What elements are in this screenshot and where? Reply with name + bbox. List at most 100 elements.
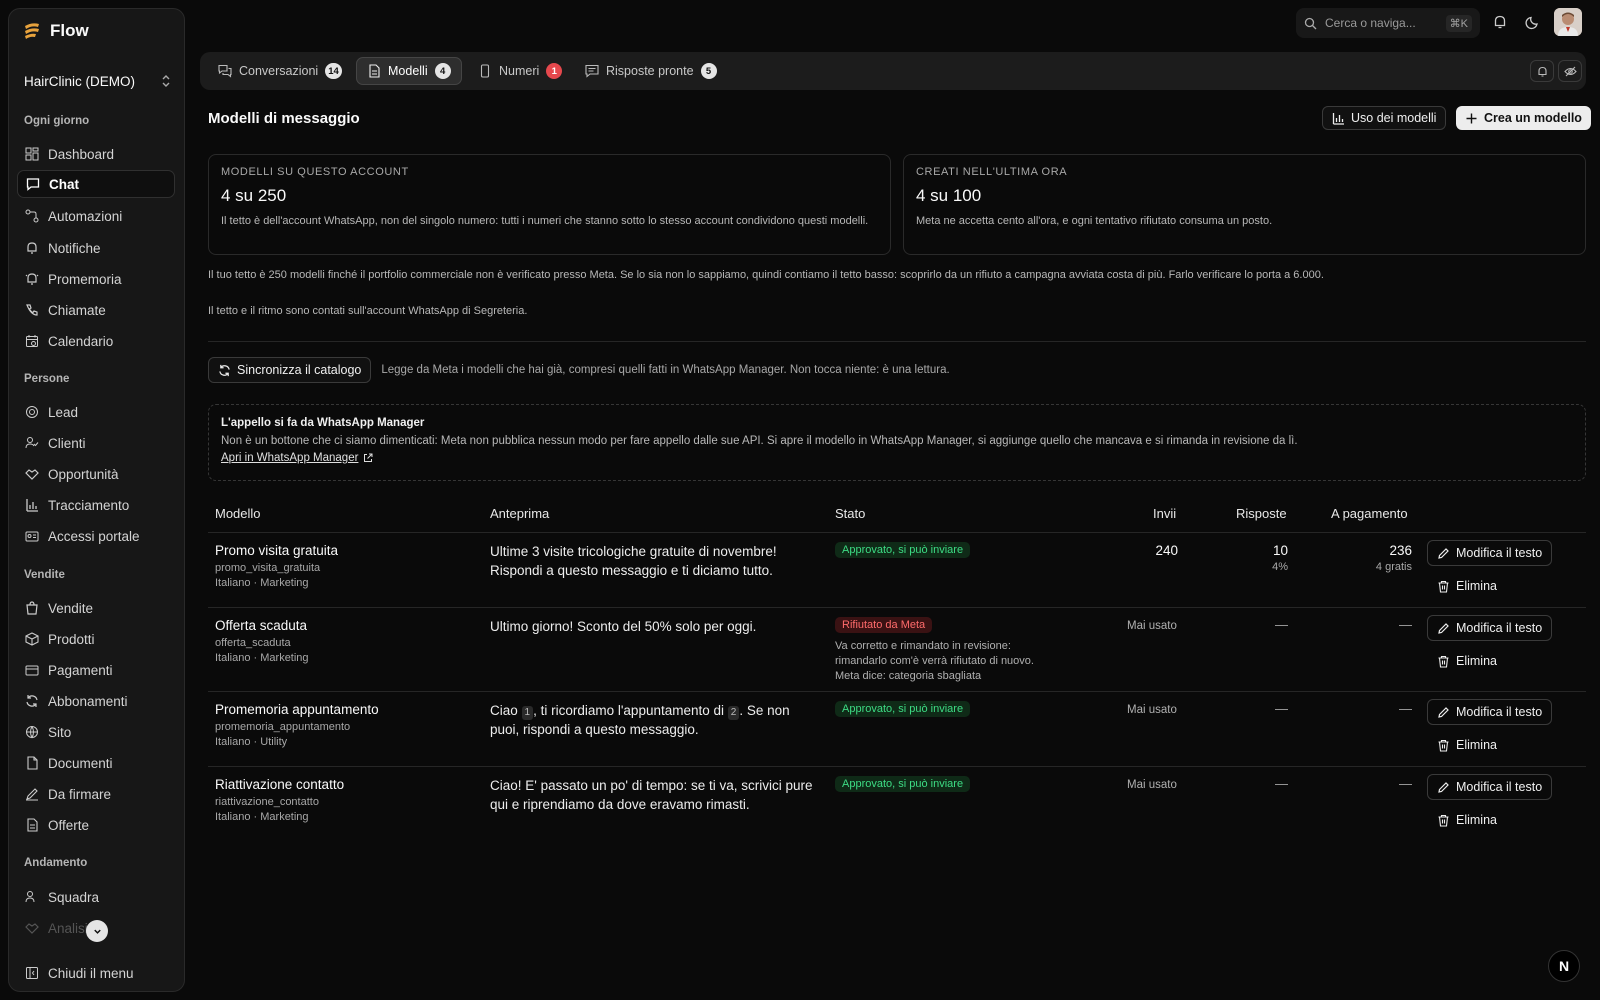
chevron-down-icon: [93, 929, 101, 934]
divider: [208, 341, 1586, 342]
sync-row: Sincronizza il catalogo Legge da Meta i …: [208, 357, 950, 383]
sync-catalog-button[interactable]: Sincronizza il catalogo: [208, 357, 372, 383]
sidebar-item-automazioni[interactable]: Automazioni: [17, 202, 175, 230]
org-name: HairClinic (DEMO): [24, 73, 135, 89]
dev-tools-button[interactable]: N: [1548, 950, 1580, 982]
sends-value: 240: [1155, 543, 1178, 558]
card-value: 4 su 100: [916, 186, 982, 205]
sidebar-item-pagamenti[interactable]: Pagamenti: [17, 656, 175, 684]
tabs-bar: Conversazioni 14 Modelli 4 Numeri 1 Risp…: [200, 52, 1586, 90]
row-divider: [208, 691, 1586, 692]
create-template-button[interactable]: Crea un modello: [1456, 106, 1591, 130]
delete-label: Elimina: [1456, 654, 1497, 668]
model-key: promemoria_appuntamento: [215, 721, 351, 733]
usage-button[interactable]: Uso dei modelli: [1322, 106, 1447, 130]
sidebar-item-promemoria[interactable]: Promemoria: [17, 265, 175, 293]
model-language: Italiano · Marketing: [215, 577, 309, 589]
delete-button[interactable]: Elimina: [1437, 738, 1497, 752]
sidebar-item-opportunita[interactable]: Opportunità: [17, 460, 175, 488]
notification-settings-button[interactable]: [1530, 60, 1554, 82]
edit-text-button[interactable]: Modifica il testo: [1427, 774, 1553, 800]
col-header-preview: Anteprima: [490, 506, 550, 521]
sidebar-item-squadra[interactable]: Squadra: [17, 883, 175, 911]
delete-button[interactable]: Elimina: [1437, 579, 1497, 593]
status-reason: Meta dice: categoria sbagliata: [835, 670, 982, 682]
pencil-icon: [1438, 781, 1449, 793]
sidebar-item-prodotti[interactable]: Prodotti: [17, 625, 175, 653]
sidebar-item-label: Notifiche: [48, 240, 101, 256]
sidebar-item-lead[interactable]: Lead: [17, 398, 175, 426]
tab-conversazioni[interactable]: Conversazioni 14: [208, 57, 352, 85]
delete-button[interactable]: Elimina: [1437, 813, 1497, 827]
tab-numeri[interactable]: Numeri 1: [468, 57, 572, 85]
tab-label: Modelli: [388, 64, 428, 78]
sidebar-item-vendite[interactable]: Vendite: [17, 594, 175, 622]
sidebar-item-label: Chat: [49, 176, 79, 192]
search-input[interactable]: Cerca o naviga... ⌘K: [1296, 8, 1480, 38]
tab-risposte-pronte[interactable]: Risposte pronte 5: [575, 57, 727, 85]
sidebar-item-tracciamento[interactable]: Tracciamento: [17, 491, 175, 519]
bell-icon[interactable]: [1492, 14, 1508, 30]
sidebar-item-label: Automazioni: [48, 208, 123, 224]
sidebar-item-notifiche[interactable]: Notifiche: [17, 234, 175, 262]
flow-logo-icon: [25, 23, 39, 39]
brand[interactable]: Flow: [22, 21, 89, 41]
sidebar-item-chat[interactable]: Chat: [17, 170, 175, 198]
replies-cell: 10 4%: [1200, 543, 1288, 573]
delete-label: Elimina: [1456, 738, 1497, 752]
trash-icon: [1438, 580, 1449, 593]
plus-icon: [1466, 113, 1477, 123]
model-name: Promo visita gratuita: [215, 543, 339, 558]
tab-count-badge: 5: [700, 63, 717, 79]
preview-text: , ti ricordiamo l'appuntamento di: [533, 703, 728, 718]
sync-button-label: Sincronizza il catalogo: [237, 363, 362, 377]
model-preview: Ultimo giorno! Sconto del 50% solo per o…: [490, 619, 757, 634]
sidebar-item-calendario[interactable]: Calendario: [17, 327, 175, 355]
model-cell: Promemoria appuntamento promemoria_appun…: [215, 702, 379, 748]
sidebar-item-accessi-portale[interactable]: Accessi portale: [17, 522, 175, 550]
sidebar-item-label: Promemoria: [48, 271, 122, 287]
sidebar-item-label: Lead: [48, 404, 79, 420]
section-sales: Vendite: [24, 569, 65, 581]
replies-value: —: [1275, 776, 1288, 791]
delete-button[interactable]: Elimina: [1437, 654, 1497, 668]
sidebar-item-sito[interactable]: Sito: [17, 718, 175, 746]
org-switcher[interactable]: HairClinic (DEMO): [24, 69, 172, 93]
status-cell: Rifiutato da Meta Va corretto e rimandat…: [835, 616, 1065, 684]
sidebar-item-chiamate[interactable]: Chiamate: [17, 296, 175, 324]
grid-icon: [25, 147, 39, 161]
sidebar-item-da-firmare[interactable]: Da firmare: [17, 780, 175, 808]
model-name: Promemoria appuntamento: [215, 702, 379, 717]
globe-icon: [26, 726, 38, 739]
tab-modelli[interactable]: Modelli 4: [356, 57, 462, 85]
paid-value: —: [1399, 617, 1412, 632]
moon-icon[interactable]: [1525, 14, 1541, 30]
sidebar-item-clienti[interactable]: Clienti: [17, 429, 175, 457]
edit-label: Modifica il testo: [1456, 780, 1543, 794]
open-whatsapp-manager-link[interactable]: Apri in WhatsApp Manager: [221, 452, 373, 464]
avatar[interactable]: [1554, 8, 1582, 36]
hide-button[interactable]: [1558, 60, 1582, 82]
collapse-menu-button[interactable]: Chiudi il menu: [17, 960, 175, 986]
scroll-down-button[interactable]: [86, 920, 108, 942]
model-preview: Ciao! E' passato un po' di tempo: se ti …: [490, 778, 813, 812]
sidebar-item-offerte[interactable]: Offerte: [17, 811, 175, 839]
refresh-icon: [26, 695, 38, 707]
search-placeholder: Cerca o naviga...: [1325, 16, 1416, 30]
sidebar-item-dashboard[interactable]: Dashboard: [17, 140, 175, 168]
status-badge: Rifiutato da Meta: [835, 617, 933, 633]
sidebar: Flow HairClinic (DEMO) Ogni giorno Dashb…: [8, 8, 185, 992]
edit-text-button[interactable]: Modifica il testo: [1427, 540, 1553, 566]
replies-percent: 4%: [1272, 561, 1288, 573]
edit-text-button[interactable]: Modifica il testo: [1427, 699, 1553, 725]
sidebar-item-abbonamenti[interactable]: Abbonamenti: [17, 687, 175, 715]
appeal-link-label: Apri in WhatsApp Manager: [221, 452, 359, 464]
card-note: Meta ne accetta cento all'ora, e ogni te…: [916, 215, 1273, 227]
tab-label: Conversazioni: [239, 64, 319, 78]
trash-icon: [1438, 739, 1449, 752]
sidebar-item-documenti[interactable]: Documenti: [17, 749, 175, 777]
edit-text-button[interactable]: Modifica il testo: [1427, 615, 1553, 641]
placeholder-chip: 2: [727, 706, 740, 720]
sidebar-item-label: Da firmare: [48, 786, 112, 802]
edit-label: Modifica il testo: [1456, 705, 1543, 719]
